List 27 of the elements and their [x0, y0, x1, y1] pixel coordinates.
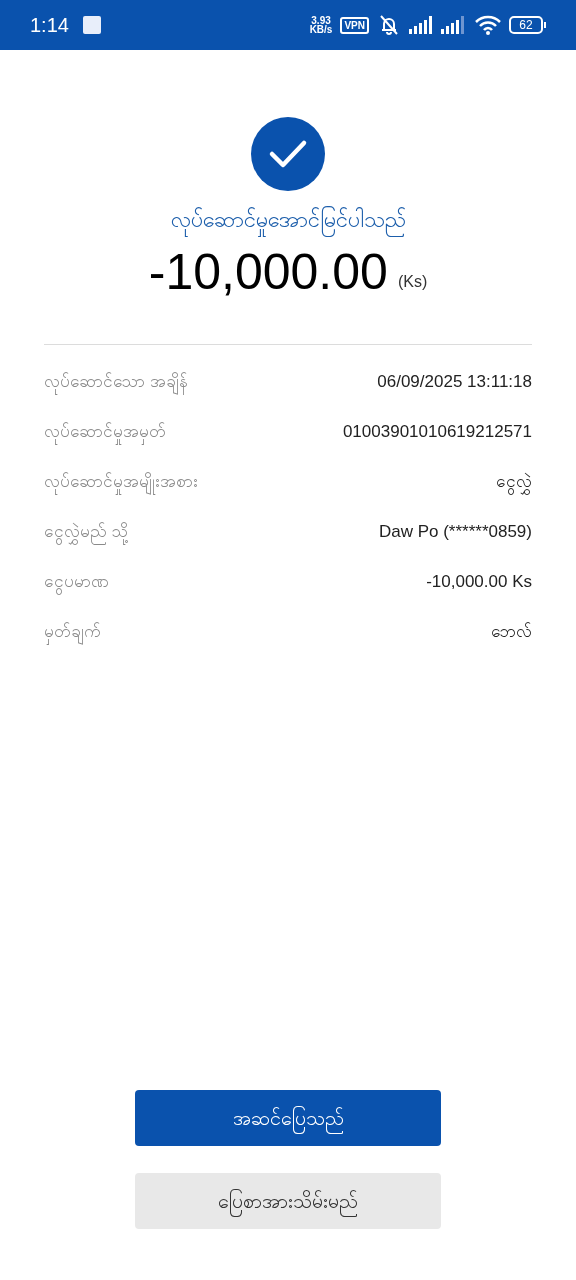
muted-bell-icon	[377, 14, 401, 36]
detail-value: -10,000.00 Ks	[426, 571, 532, 594]
signal-icon	[409, 16, 435, 34]
detail-label: ငွေပမာဏ	[44, 569, 109, 595]
detail-value: ဘေလ်	[491, 621, 532, 644]
signal-icon	[441, 16, 467, 34]
network-unit: KB/s	[309, 25, 333, 34]
detail-label: ငွေလွှဲမည် သို့	[44, 519, 128, 545]
amount-text: -10,000.00	[148, 243, 388, 302]
detail-value: 06/09/2025 13:11:18	[377, 371, 532, 394]
currency-text: (Ks)	[397, 272, 428, 292]
detail-label: လုပ်ဆောင်မှုအမျိုးအစား	[44, 469, 198, 495]
vpn-badge: VPN	[340, 16, 369, 34]
wifi-icon	[475, 15, 501, 35]
detail-label: မှတ်ချက်	[44, 619, 101, 645]
detail-value: ငွေလွှဲ	[496, 469, 532, 495]
detail-value: Daw Po (******0859)	[378, 521, 532, 544]
detail-value: 01003901010619212571	[342, 421, 532, 444]
battery-icon: 62	[509, 16, 546, 34]
save-receipt-button[interactable]: ပြေစာအားသိမ်းမည်	[135, 1173, 441, 1229]
done-button[interactable]: အဆင်ပြေသည်	[135, 1090, 441, 1146]
detail-label: လုပ်ဆောင်မှုအမှတ်	[44, 419, 166, 445]
success-title: လုပ်ဆောင်မှုအောင်မြင်ပါသည်	[170, 203, 406, 236]
network-speed: 3.93	[311, 16, 331, 25]
detail-label: လုပ်ဆောင်သော အချိန်	[44, 369, 188, 395]
notification-icon	[82, 16, 101, 34]
status-time: 1:14	[30, 13, 69, 38]
